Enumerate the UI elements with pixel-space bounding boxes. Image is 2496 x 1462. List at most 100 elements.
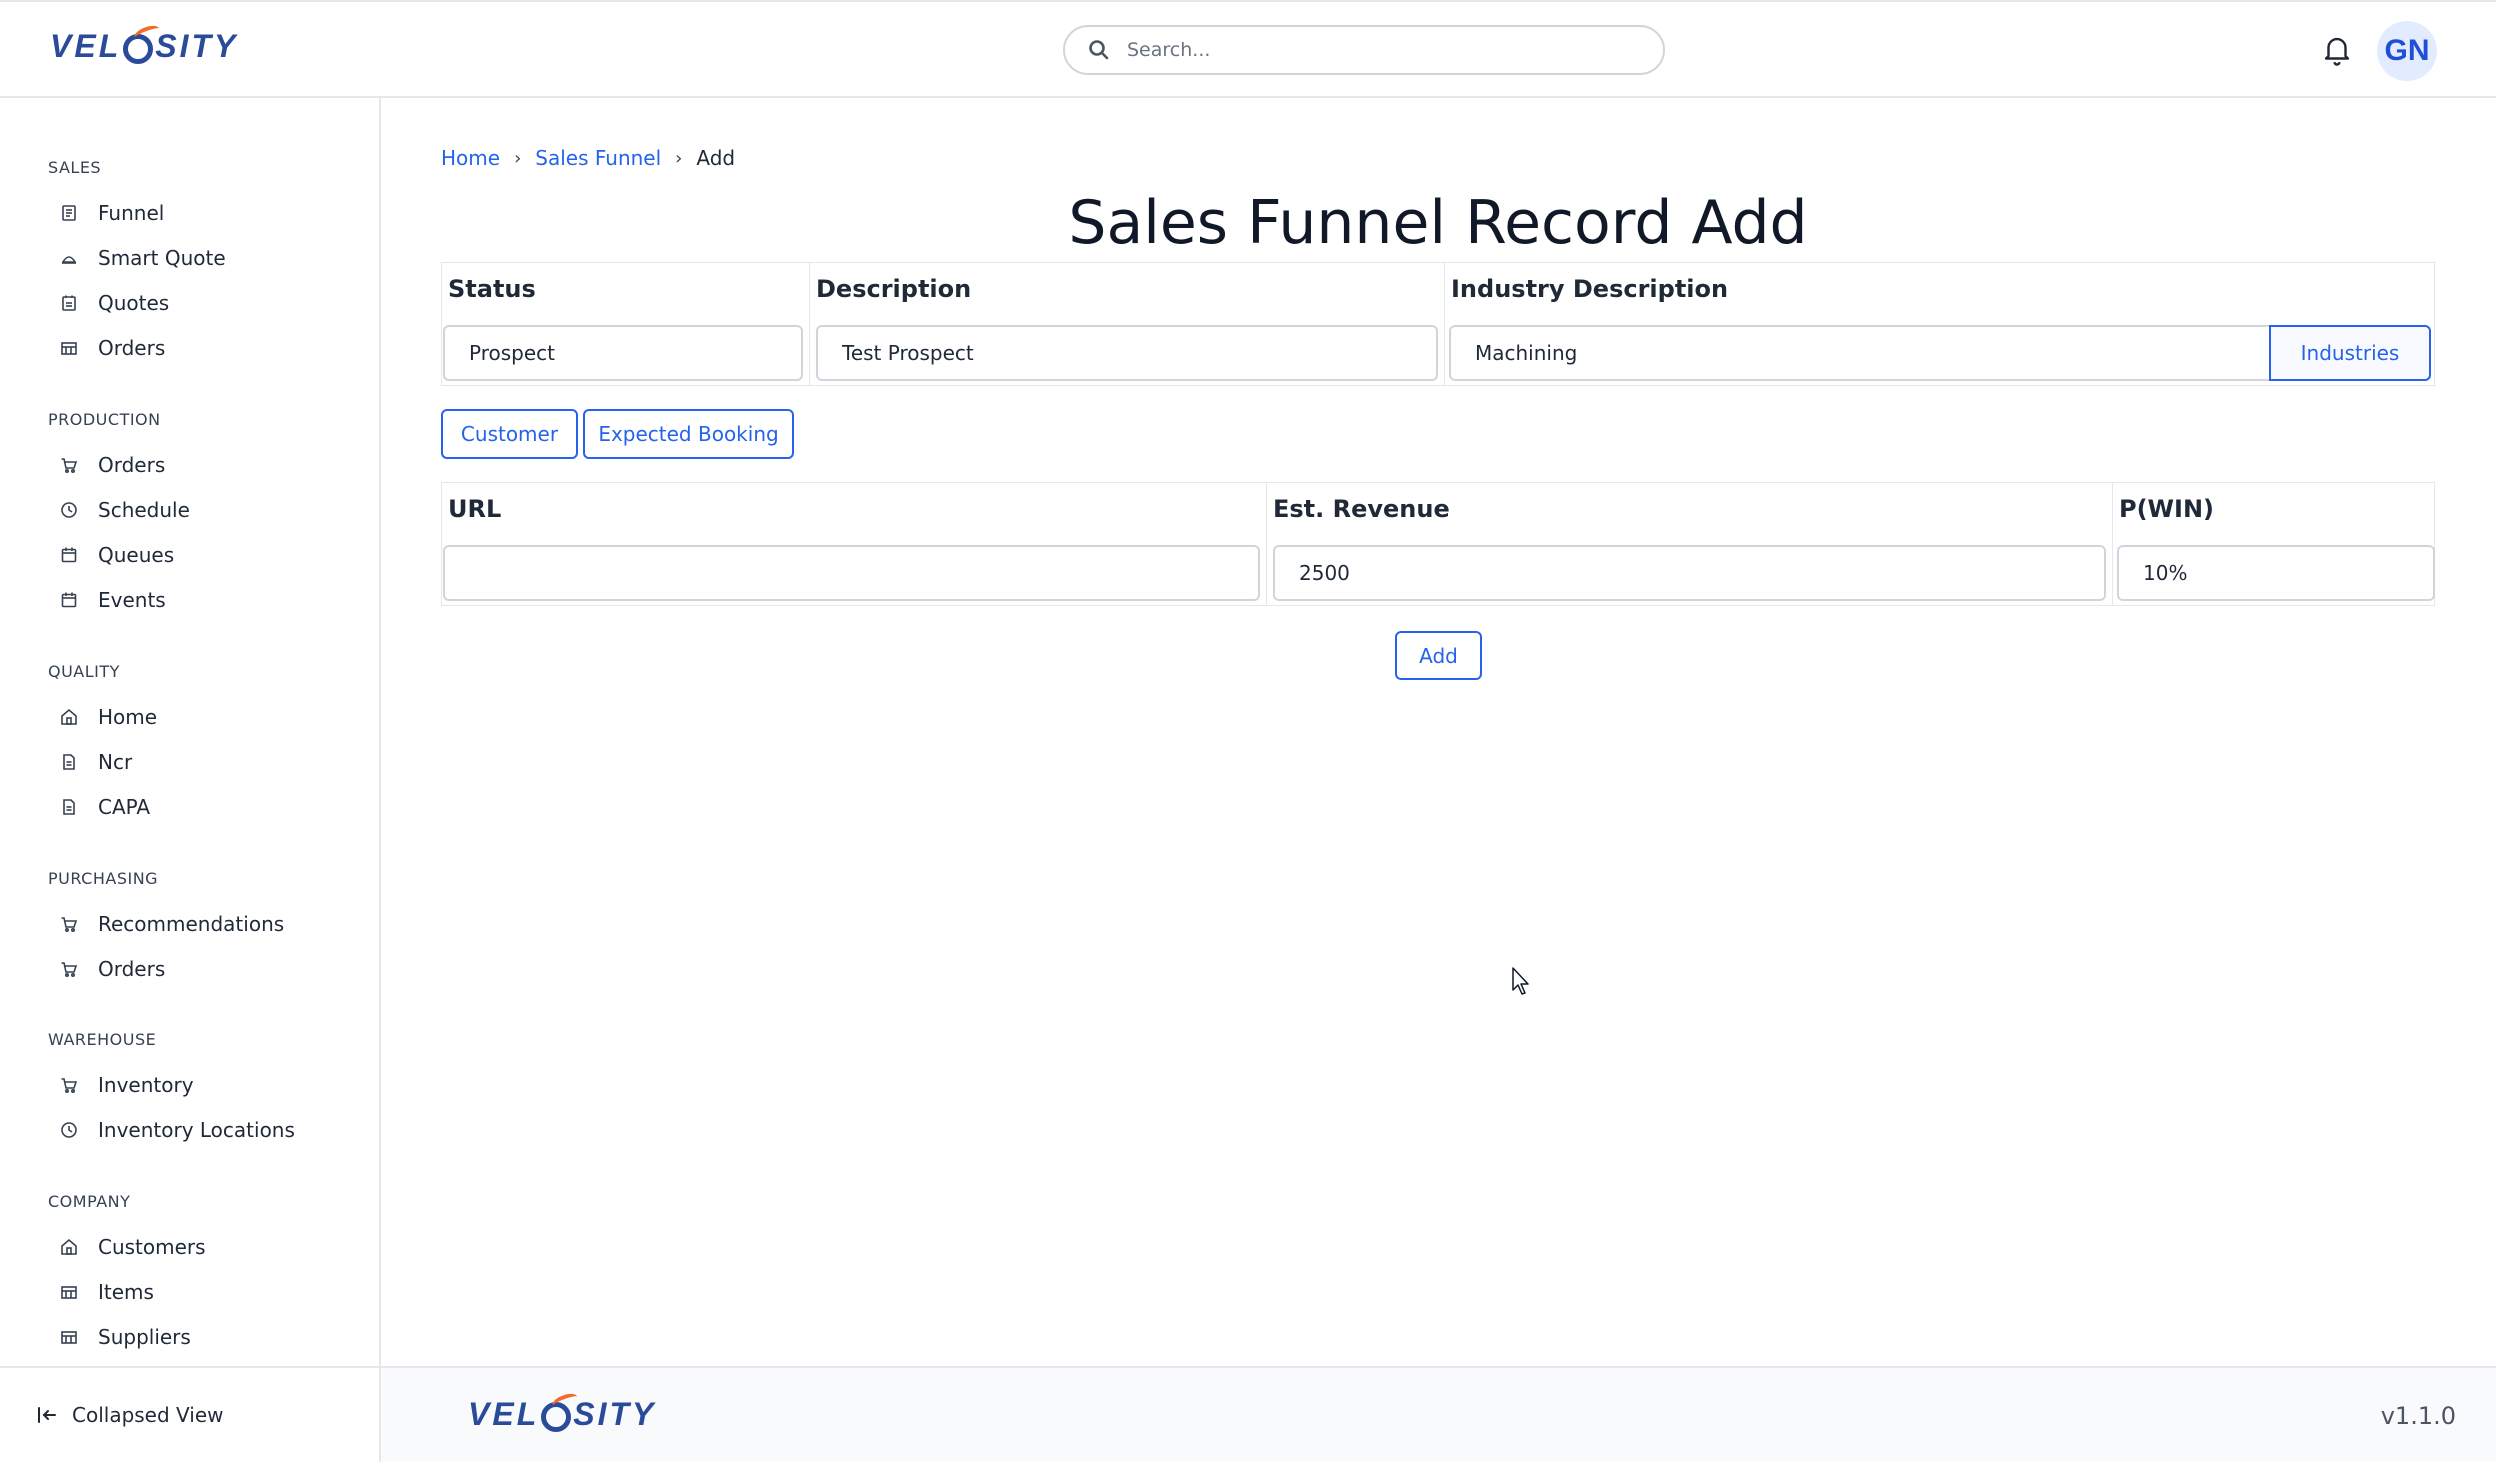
chevron-right-icon: › <box>514 147 522 169</box>
collapsed-view-button[interactable]: Collapsed View <box>0 1366 379 1462</box>
cart-icon <box>60 960 78 978</box>
sidebar-item-label: Orders <box>98 957 166 981</box>
top-header: VEL SITY GN <box>0 0 2496 98</box>
calendar-icon <box>60 546 78 564</box>
building-icon <box>60 339 78 357</box>
form-row-status: Status Prospect Description Test Prospec… <box>441 262 2435 386</box>
building-icon <box>60 1283 78 1301</box>
sidebar-item-ncr[interactable]: Ncr <box>60 742 132 782</box>
sidebar-item-smart-quote[interactable]: Smart Quote <box>60 238 226 278</box>
description-field[interactable]: Test Prospect <box>816 325 1438 381</box>
sidebar-item-label: CAPA <box>98 795 151 819</box>
collapse-arrow-icon <box>38 1407 56 1423</box>
pwin-label: P(WIN) <box>2119 495 2215 523</box>
cart-icon <box>60 1076 78 1094</box>
sidebar-section-warehouse: WAREHOUSE <box>48 1030 157 1049</box>
revenue-cell: Est. Revenue 2500 <box>1267 483 2113 605</box>
breadcrumb-current: Add <box>696 146 736 170</box>
est-revenue-field[interactable]: 2500 <box>1273 545 2106 601</box>
cart-icon <box>60 456 78 474</box>
velosity-logo[interactable]: VEL SITY <box>50 22 239 65</box>
sidebar-section-company: COMPANY <box>48 1192 131 1211</box>
add-button[interactable]: Add <box>1395 631 1482 680</box>
sidebar-section-quality: QUALITY <box>48 662 120 681</box>
sidebar-item-label: Home <box>98 705 158 729</box>
page-title: Sales Funnel Record Add <box>1068 188 1808 258</box>
sidebar-item-label: Smart Quote <box>98 246 226 270</box>
funnel-icon <box>60 204 78 222</box>
breadcrumb-sales-funnel-link[interactable]: Sales Funnel <box>535 146 661 170</box>
customer-button[interactable]: Customer <box>441 409 578 459</box>
sidebar-item-label: Events <box>98 588 166 612</box>
est-revenue-label: Est. Revenue <box>1273 495 1450 523</box>
clock-icon <box>60 501 78 519</box>
pwin-cell: P(WIN) 10% <box>2113 483 2436 605</box>
sidebar-item-schedule[interactable]: Schedule <box>60 490 190 530</box>
sidebar-item-label: Recommendations <box>98 912 285 936</box>
sidebar-item-customers[interactable]: Customers <box>60 1227 206 1267</box>
pwin-field[interactable]: 10% <box>2117 545 2435 601</box>
sidebar-item-label: Quotes <box>98 291 170 315</box>
search-icon <box>1089 40 1109 60</box>
version-label: v1.1.0 <box>2380 1402 2456 1430</box>
user-avatar[interactable]: GN <box>2377 21 2437 81</box>
footer-logo-o-icon <box>541 1390 580 1432</box>
sidebar-item-funnel[interactable]: Funnel <box>60 193 164 233</box>
sidebar-item-label: Orders <box>98 453 166 477</box>
home-icon <box>60 708 78 726</box>
sidebar-item-label: Customers <box>98 1235 206 1259</box>
building-icon <box>60 1328 78 1346</box>
sidebar-item-quotes[interactable]: Quotes <box>60 283 169 323</box>
status-field[interactable]: Prospect <box>443 325 803 381</box>
expected-booking-button[interactable]: Expected Booking <box>583 409 794 459</box>
document-icon <box>60 753 78 771</box>
logo-text-right: SITY <box>155 28 239 64</box>
footer: VEL SITY v1.1.0 <box>381 1366 2496 1462</box>
sidebar-item-capa[interactable]: CAPA <box>60 787 150 827</box>
sidebar-item-label: Schedule <box>98 498 190 522</box>
sidebar-section-purchasing: PURCHASING <box>48 869 159 888</box>
description-label: Description <box>816 275 972 303</box>
sidebar-item-suppliers[interactable]: Suppliers <box>60 1317 191 1357</box>
sidebar-item-queues[interactable]: Queues <box>60 535 174 575</box>
sidebar-item-label: Items <box>98 1280 154 1304</box>
notification-bell-icon[interactable] <box>2322 33 2352 67</box>
sidebar-item-label: Ncr <box>98 750 133 774</box>
industry-cell: Industry Description Machining Industrie… <box>1445 263 2436 385</box>
home-icon <box>60 1238 78 1256</box>
footer-logo-text-left: VEL <box>468 1396 540 1432</box>
calendar-icon <box>60 591 78 609</box>
description-cell: Description Test Prospect <box>810 263 1445 385</box>
search-bar[interactable] <box>1063 25 1665 75</box>
breadcrumb-home-link[interactable]: Home <box>441 146 500 170</box>
sidebar-item-events[interactable]: Events <box>60 580 166 620</box>
sidebar-section-sales: SALES <box>48 158 102 177</box>
sidebar-item-label: Inventory Locations <box>98 1118 295 1142</box>
status-label: Status <box>448 275 536 303</box>
sidebar-item-label: Orders <box>98 336 166 360</box>
document-icon <box>60 798 78 816</box>
sidebar-item-items[interactable]: Items <box>60 1272 154 1312</box>
industries-button[interactable]: Industries <box>2269 325 2431 381</box>
status-cell: Status Prospect <box>442 263 810 385</box>
sidebar-item-recommendations[interactable]: Recommendations <box>60 904 284 944</box>
sidebar-item-label: Queues <box>98 543 175 567</box>
sidebar-item-quality-home[interactable]: Home <box>60 697 157 737</box>
url-field[interactable] <box>443 545 1260 601</box>
industry-description-label: Industry Description <box>1451 275 1729 303</box>
url-cell: URL <box>442 483 1267 605</box>
form-row-url: URL Est. Revenue 2500 P(WIN) 10% <box>441 482 2435 606</box>
mouse-cursor-icon <box>1512 967 1529 995</box>
sidebar-item-purchasing-orders[interactable]: Orders <box>60 949 165 989</box>
industry-description-field[interactable]: Machining <box>1449 325 2271 381</box>
sidebar-item-sales-orders[interactable]: Orders <box>60 328 165 368</box>
clock-icon <box>60 1121 78 1139</box>
search-input[interactable] <box>1127 39 1647 61</box>
collapsed-view-label: Collapsed View <box>72 1403 224 1427</box>
sidebar-item-label: Inventory <box>98 1073 194 1097</box>
sidebar-item-production-orders[interactable]: Orders <box>60 445 165 485</box>
sidebar-item-inventory-locations[interactable]: Inventory Locations <box>60 1110 295 1150</box>
url-label: URL <box>448 495 502 523</box>
chevron-right-icon: › <box>675 147 683 169</box>
sidebar-item-inventory[interactable]: Inventory <box>60 1065 194 1105</box>
